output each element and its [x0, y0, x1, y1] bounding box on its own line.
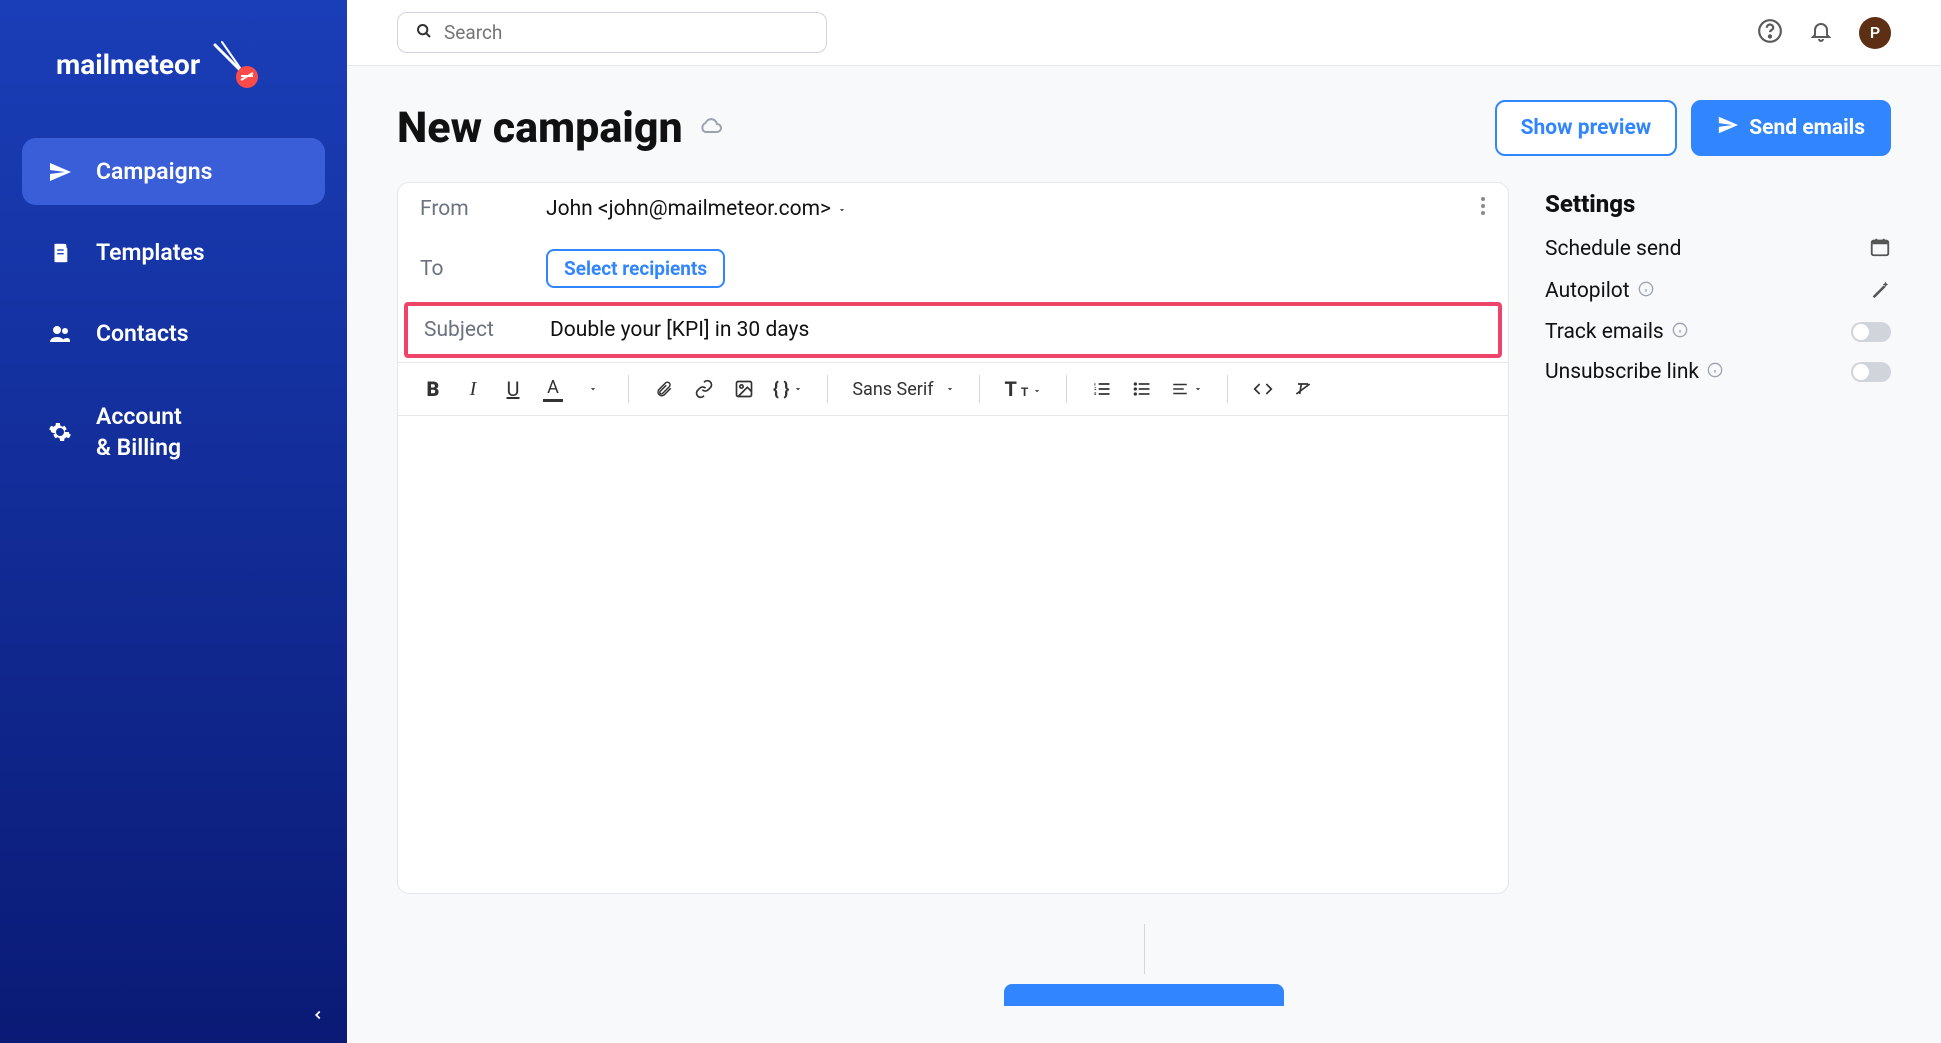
separator: [827, 375, 828, 403]
link-icon[interactable]: [693, 379, 715, 399]
bottom-action-placeholder: [347, 984, 1941, 1006]
text-color-icon[interactable]: A: [542, 377, 564, 402]
subject-row: Subject: [404, 302, 1502, 358]
setting-autopilot[interactable]: Autopilot: [1545, 278, 1891, 304]
separator: [628, 375, 629, 403]
settings-panel: Settings Schedule send Autopilot: [1545, 182, 1891, 894]
sidebar-item-label: Account& Billing: [96, 401, 182, 463]
image-icon[interactable]: [733, 379, 755, 399]
show-preview-button[interactable]: Show preview: [1495, 100, 1678, 156]
from-row: From John <john@mailmeteor.com>: [398, 183, 1508, 235]
sidebar-item-account-billing[interactable]: Account& Billing: [22, 381, 325, 483]
main: P New campaign Show preview Send emails: [347, 0, 1941, 1043]
to-label: To: [420, 257, 498, 281]
separator: [1227, 375, 1228, 403]
info-icon[interactable]: [1707, 360, 1723, 384]
toggle-switch[interactable]: [1851, 322, 1891, 342]
sidebar-item-campaigns[interactable]: Campaigns: [22, 138, 325, 205]
caret-down-icon: [837, 197, 847, 221]
setting-track-emails[interactable]: Track emails: [1545, 320, 1891, 344]
file-icon: [48, 241, 72, 265]
info-icon[interactable]: [1638, 279, 1654, 303]
logo-text: mailmeteor: [56, 48, 200, 81]
search-box[interactable]: [397, 12, 827, 53]
font-dropdown[interactable]: Sans Serif: [852, 379, 955, 400]
mailmeteor-logo-icon: [210, 40, 258, 88]
sidebar-item-label: Templates: [96, 239, 205, 266]
avatar[interactable]: P: [1859, 17, 1891, 49]
sidebar: mailmeteor Campaigns Templates Contacts: [0, 0, 347, 1043]
content: From John <john@mailmeteor.com> To Selec…: [347, 182, 1941, 894]
sidebar-item-contacts[interactable]: Contacts: [22, 300, 325, 367]
logo[interactable]: mailmeteor: [22, 40, 325, 88]
setting-label: Unsubscribe link: [1545, 360, 1723, 384]
composer: From John <john@mailmeteor.com> To Selec…: [397, 182, 1509, 894]
setting-label: Schedule send: [1545, 237, 1681, 261]
help-icon[interactable]: [1757, 18, 1783, 48]
send-icon: [1717, 114, 1739, 142]
setting-unsubscribe-link[interactable]: Unsubscribe link: [1545, 360, 1891, 384]
select-recipients-button[interactable]: Select recipients: [546, 249, 725, 288]
collapse-sidebar-button[interactable]: [311, 1003, 325, 1027]
clear-format-icon[interactable]: [1292, 379, 1314, 399]
send-emails-button[interactable]: Send emails: [1691, 100, 1891, 156]
separator: [979, 375, 980, 403]
wand-icon[interactable]: [1869, 278, 1891, 304]
toggle-switch[interactable]: [1851, 362, 1891, 382]
sidebar-item-templates[interactable]: Templates: [22, 219, 325, 286]
caret-down-icon[interactable]: [582, 384, 604, 394]
setting-label: Autopilot: [1545, 279, 1654, 303]
topbar-right: P: [1757, 17, 1891, 49]
subject-label: Subject: [424, 318, 502, 342]
calendar-icon[interactable]: [1869, 236, 1891, 262]
bold-icon[interactable]: B: [422, 377, 444, 401]
bell-icon[interactable]: [1809, 19, 1833, 47]
code-icon[interactable]: [1252, 379, 1274, 399]
page-header: New campaign Show preview Send emails: [347, 66, 1941, 182]
to-row: To Select recipients: [398, 235, 1508, 302]
send-icon: [48, 160, 72, 184]
attachment-icon[interactable]: [653, 379, 675, 399]
sidebar-item-label: Campaigns: [96, 158, 212, 185]
formatting-toolbar: B I U A: [398, 362, 1508, 416]
italic-icon[interactable]: I: [462, 378, 484, 401]
sidebar-item-label: Contacts: [96, 320, 189, 347]
topbar: P: [347, 0, 1941, 66]
search-icon: [416, 23, 432, 43]
gear-icon: [48, 420, 72, 444]
setting-schedule-send[interactable]: Schedule send: [1545, 236, 1891, 262]
align-icon[interactable]: [1171, 380, 1203, 398]
page-title-wrap: New campaign: [397, 103, 725, 153]
font-size-icon[interactable]: TT: [1004, 377, 1042, 401]
underline-icon[interactable]: U: [502, 377, 524, 401]
info-icon[interactable]: [1672, 320, 1688, 344]
variable-icon[interactable]: { }: [773, 379, 803, 400]
bottom-divider: [347, 924, 1941, 974]
setting-label: Track emails: [1545, 320, 1688, 344]
search-input[interactable]: [444, 21, 808, 44]
page-title: New campaign: [397, 103, 683, 153]
separator: [1066, 375, 1067, 403]
email-body-editor[interactable]: [398, 416, 1508, 856]
ordered-list-icon[interactable]: [1091, 379, 1113, 399]
from-dropdown[interactable]: John <john@mailmeteor.com>: [546, 197, 847, 221]
from-label: From: [420, 197, 498, 221]
bullet-list-icon[interactable]: [1131, 379, 1153, 399]
more-options-icon[interactable]: [1480, 196, 1486, 222]
people-icon: [48, 322, 72, 346]
cloud-icon: [697, 114, 725, 142]
header-actions: Show preview Send emails: [1495, 100, 1891, 156]
settings-title: Settings: [1545, 190, 1891, 218]
subject-input[interactable]: [550, 318, 1482, 342]
